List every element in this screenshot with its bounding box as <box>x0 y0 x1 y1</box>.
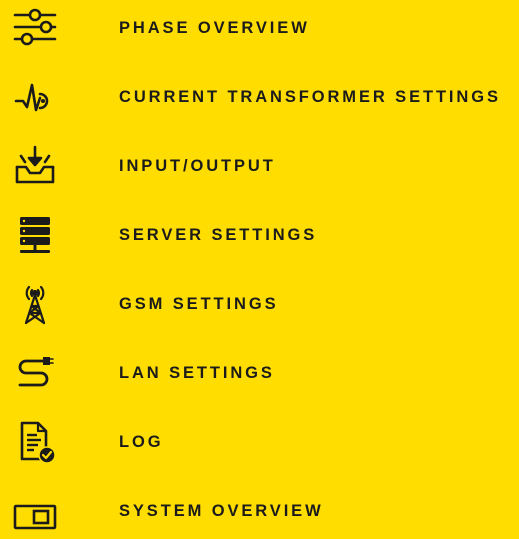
ethernet-cable-icon <box>12 345 58 401</box>
settings-menu: PHASE OVERVIEW CURRENT TRANSFORMER SETTI… <box>0 0 519 530</box>
menu-item-server-settings[interactable]: SERVER SETTINGS <box>0 207 519 263</box>
menu-item-log[interactable]: LOG <box>0 414 519 470</box>
menu-item-system-overview[interactable]: SYSTEM OVERVIEW <box>0 483 519 539</box>
menu-item-label: SYSTEM OVERVIEW <box>119 501 324 520</box>
download-tray-icon <box>12 138 58 194</box>
menu-item-label: LOG <box>119 432 164 451</box>
menu-item-lan-settings[interactable]: LAN SETTINGS <box>0 345 519 401</box>
display-icon <box>12 483 58 539</box>
server-icon <box>12 207 58 263</box>
menu-item-phase-overview[interactable]: PHASE OVERVIEW <box>0 0 519 56</box>
menu-item-label: LAN SETTINGS <box>119 363 275 382</box>
waveform-icon <box>12 69 58 125</box>
menu-item-label: SERVER SETTINGS <box>119 225 318 244</box>
menu-item-label: GSM SETTINGS <box>119 294 279 313</box>
menu-item-current-transformer-settings[interactable]: CURRENT TRANSFORMER SETTINGS <box>0 69 519 125</box>
sliders-icon <box>12 0 58 56</box>
menu-item-gsm-settings[interactable]: GSM SETTINGS <box>0 276 519 332</box>
menu-item-label: INPUT/OUTPUT <box>119 156 276 175</box>
menu-item-label: CURRENT TRANSFORMER SETTINGS <box>119 87 501 106</box>
menu-item-label: PHASE OVERVIEW <box>119 18 310 37</box>
document-check-icon <box>12 414 58 470</box>
antenna-tower-icon <box>12 276 58 332</box>
menu-item-input-output[interactable]: INPUT/OUTPUT <box>0 138 519 194</box>
